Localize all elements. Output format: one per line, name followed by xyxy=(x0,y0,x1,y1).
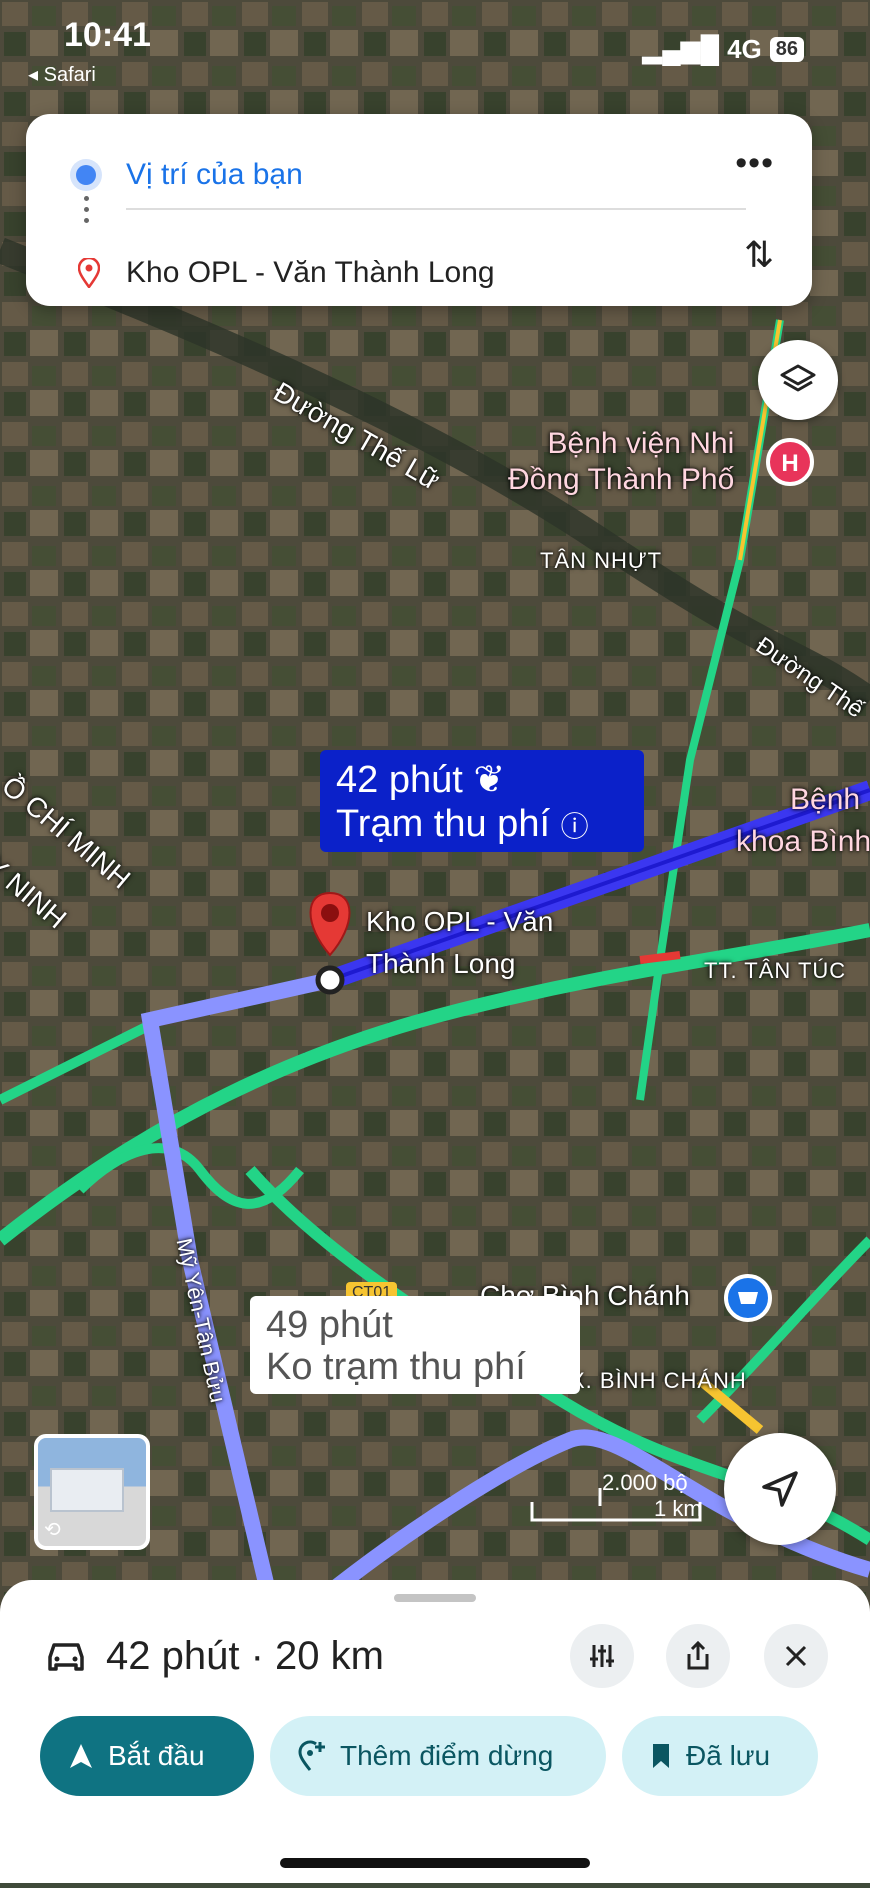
origin-row[interactable]: Vị trí của bạn xyxy=(26,140,812,210)
swap-direction-icon[interactable]: ⇅ xyxy=(744,234,774,276)
map-label-tan-nhut: TÂN NHỰT xyxy=(540,548,663,573)
primary-route-callout[interactable]: 42 phút ❦ Trạm thu phí ⓘ xyxy=(320,750,644,852)
status-bar: 10:41 ◂ Safari ▂▄▆█ 4G 86 xyxy=(0,0,870,90)
close-button[interactable] xyxy=(764,1624,828,1688)
route-actions: Bắt đầu Thêm điểm dừng Đã lưu xyxy=(40,1716,818,1796)
battery-level: 86 xyxy=(769,37,804,62)
destination-row[interactable]: Kho OPL - Văn Thành Long xyxy=(26,238,812,308)
info-icon: ⓘ xyxy=(560,811,589,842)
connector-dots-icon xyxy=(84,190,90,229)
saved-button[interactable]: Đã lưu xyxy=(622,1716,818,1796)
my-location-button[interactable] xyxy=(724,1433,836,1545)
map-label-benh: Bệnh xyxy=(790,783,861,816)
map-label-destination-2: Thành Long xyxy=(366,948,516,979)
eco-leaf-icon: ❦ xyxy=(473,759,506,801)
street-view-building xyxy=(50,1468,124,1512)
alternate-route-time: 49 phút xyxy=(266,1304,393,1346)
map-label-binh-chanh: X. BÌNH CHÁNH xyxy=(570,1368,747,1393)
add-stop-button[interactable]: Thêm điểm dừng xyxy=(270,1716,606,1796)
destination-text[interactable]: Kho OPL - Văn Thành Long xyxy=(126,256,495,290)
back-arrow-icon: ◂ xyxy=(28,64,44,86)
status-indicators: ▂▄▆█ 4G 86 xyxy=(642,34,804,65)
route-options-button[interactable] xyxy=(570,1624,634,1688)
status-time: 10:41 xyxy=(64,16,151,54)
street-view-thumbnail[interactable]: ⟲ xyxy=(34,1434,150,1550)
start-button[interactable]: Bắt đầu xyxy=(40,1716,254,1796)
share-icon xyxy=(687,1640,709,1670)
sliders-icon xyxy=(590,1645,614,1667)
add-stop-label: Thêm điểm dừng xyxy=(340,1740,554,1771)
route-start-marker xyxy=(315,965,345,995)
directions-divider xyxy=(126,208,746,210)
primary-route-time: 42 phút xyxy=(336,759,463,801)
back-to-app[interactable]: ◂ Safari xyxy=(28,62,96,87)
sheet-drag-handle[interactable] xyxy=(394,1594,476,1602)
origin-text[interactable]: Vị trí của bạn xyxy=(126,158,303,192)
origin-dot-icon xyxy=(76,165,96,185)
home-indicator xyxy=(280,1858,590,1868)
shopping-marker-icon xyxy=(724,1274,772,1322)
map-scale: 2.000 bộ 1 km xyxy=(530,1470,702,1522)
route-bottom-sheet: 42 phút · 20 km Bắt đầu Thêm điểm dừng Đ… xyxy=(0,1580,870,1883)
car-icon xyxy=(48,1642,84,1671)
alternate-route-note: Ko trạm thu phí xyxy=(266,1346,526,1388)
primary-route-note: Trạm thu phí xyxy=(336,803,551,845)
route-summary: 42 phút · 20 km xyxy=(44,1634,384,1679)
back-app-label: Safari xyxy=(43,64,96,86)
route-summary-text: 42 phút · 20 km xyxy=(106,1634,384,1678)
more-options-icon[interactable]: ••• xyxy=(735,144,774,183)
bookmark-icon xyxy=(653,1744,669,1768)
close-icon xyxy=(785,1645,807,1667)
layers-icon xyxy=(780,364,816,392)
map-label-khoa-binh: khoa Bình xyxy=(736,825,870,858)
share-button[interactable] xyxy=(666,1624,730,1688)
hospital-marker-icon: H xyxy=(766,438,814,486)
network-type: 4G xyxy=(727,34,762,64)
scale-km: 1 km xyxy=(654,1496,702,1521)
navigation-arrow-icon xyxy=(762,1471,798,1507)
start-button-label: Bắt đầu xyxy=(108,1740,205,1771)
saved-label: Đã lưu xyxy=(686,1740,771,1771)
add-stop-pin-icon xyxy=(298,1740,325,1771)
map-label-hospital[interactable]: Bệnh viện Nhi Đồng Thành Phố xyxy=(508,426,734,498)
directions-card: Vị trí của bạn Kho OPL - Văn Thành Long … xyxy=(26,114,812,306)
map-label-tan-tuc: TT. TÂN TÚC xyxy=(704,958,847,983)
signal-icon: ▂▄▆█ xyxy=(642,34,720,64)
map-label-destination-1: Kho OPL - Văn xyxy=(366,906,554,937)
scale-feet: 2.000 bộ xyxy=(602,1470,688,1495)
alternate-route-callout[interactable]: 49 phút Ko trạm thu phí xyxy=(250,1296,580,1394)
layers-button[interactable] xyxy=(758,340,838,420)
navigation-arrow-icon xyxy=(70,1744,92,1768)
svg-text:H: H xyxy=(781,450,798,477)
street-view-rotate-icon: ⟲ xyxy=(44,1519,61,1541)
destination-pin-icon xyxy=(78,258,100,288)
